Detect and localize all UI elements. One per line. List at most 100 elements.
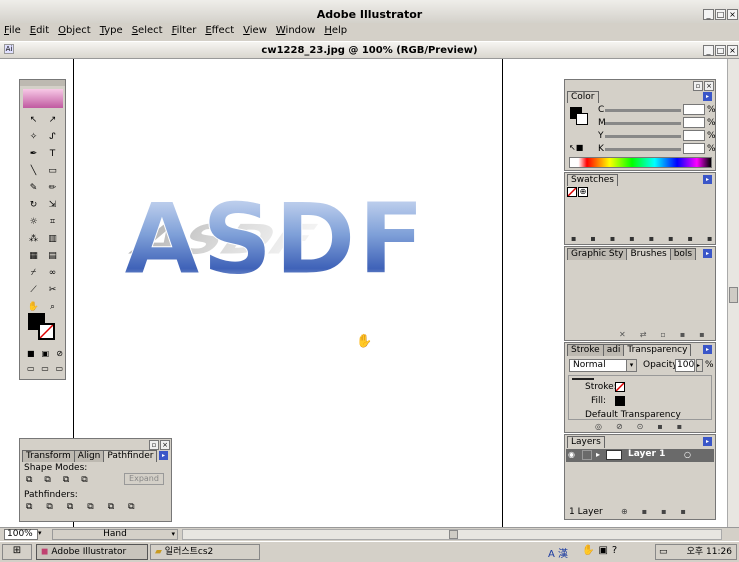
layers-footer-buttons[interactable]: ⊕▪▪▪	[621, 507, 700, 516]
slice-tool-icon[interactable]: ⟋	[24, 282, 43, 298]
zoom-field[interactable]: 100%	[4, 529, 38, 540]
start-button-icon[interactable]: ⊞	[2, 544, 32, 560]
pathfinder-buttons[interactable]: ⧉⧉⧉⧉⧉⧉	[26, 502, 149, 512]
vertical-scrollbar[interactable]	[727, 59, 739, 527]
swatch-registration[interactable]: ⊕	[578, 187, 588, 197]
blend-mode-arrow-icon[interactable]: ▾	[626, 360, 636, 371]
minimize-icon[interactable]: _	[703, 9, 714, 20]
doc-maximize-icon[interactable]: □	[715, 45, 726, 56]
taskbar-item-illustrator[interactable]: ◼ Adobe Illustrator	[36, 544, 148, 560]
color-mode-icon[interactable]: ■	[27, 349, 35, 359]
tab-brushes[interactable]: Brushes	[626, 248, 671, 260]
tray-monitor-icon[interactable]: ▭	[656, 545, 668, 559]
gradient-tool-icon[interactable]: ▤	[43, 248, 62, 264]
stroke-swatch[interactable]	[38, 323, 55, 340]
fill-row-swatch[interactable]	[615, 396, 625, 406]
lock-toggle[interactable]	[582, 450, 592, 460]
eyedropper-tool-icon[interactable]: ⌿	[24, 265, 43, 281]
tab-transparency[interactable]: Transparency	[623, 344, 692, 356]
slider-k[interactable]	[605, 148, 681, 151]
tab-stroke[interactable]: Stroke	[567, 344, 604, 356]
tab-color[interactable]: Color	[567, 91, 599, 103]
ime-tool-icons[interactable]: ✋▣?	[582, 545, 621, 556]
pathfinder-menu-icon[interactable]: ▸	[159, 451, 168, 460]
line-tool-icon[interactable]: ╲	[24, 163, 43, 179]
menu-view[interactable]: View	[239, 23, 272, 36]
close-icon[interactable]: ×	[727, 9, 738, 20]
swatches-footer-buttons[interactable]: ▪▪▪▪▪▪▪▪	[571, 234, 726, 243]
field-m[interactable]	[683, 117, 705, 128]
menu-filter[interactable]: Filter	[168, 23, 202, 36]
menu-file[interactable]: File	[0, 23, 26, 36]
blend-mode-select[interactable]: Normal ▾	[569, 359, 637, 372]
field-c[interactable]	[683, 104, 705, 115]
swatches-menu-icon[interactable]: ▸	[703, 175, 712, 184]
graph-tool-icon[interactable]: ▥	[43, 231, 62, 247]
doc-minimize-icon[interactable]: _	[703, 45, 714, 56]
menu-select[interactable]: Select	[128, 23, 168, 36]
horizontal-scrollbar[interactable]	[182, 529, 722, 540]
status-dropdown-icon[interactable]: ▾	[171, 530, 175, 539]
menu-object[interactable]: Object	[54, 23, 96, 36]
rotate-tool-icon[interactable]: ↻	[24, 197, 43, 213]
maximize-icon[interactable]: □	[715, 9, 726, 20]
color-close-icon[interactable]: ×	[704, 81, 714, 91]
slider-m[interactable]	[605, 122, 681, 125]
field-k[interactable]	[683, 143, 705, 154]
visibility-eye-icon[interactable]: ◉	[568, 450, 575, 459]
screen-mode-full-icon[interactable]: ▭	[55, 364, 63, 374]
stroke-row-swatch[interactable]	[615, 382, 625, 392]
mesh-tool-icon[interactable]: ▦	[24, 248, 43, 264]
last-color-icon[interactable]: ↖■	[569, 143, 583, 153]
color-stroke-swatch[interactable]	[576, 113, 588, 125]
opacity-arrow-icon[interactable]: ▸	[696, 359, 703, 372]
taskbar-item-folder[interactable]: ▰ 일러스트cs2	[150, 544, 260, 560]
rectangle-tool-icon[interactable]: ▭	[43, 163, 62, 179]
expand-button[interactable]: Expand	[124, 473, 164, 485]
lasso-tool-icon[interactable]: ᔑ	[43, 129, 62, 145]
color-collapse-icon[interactable]: ▫	[693, 81, 703, 91]
tab-swatches[interactable]: Swatches	[567, 174, 618, 186]
slider-c[interactable]	[605, 109, 681, 112]
pencil-tool-icon[interactable]: ✏	[43, 180, 62, 196]
swatch-none[interactable]	[567, 187, 577, 197]
color-spectrum-bar[interactable]	[569, 157, 712, 168]
expand-layer-icon[interactable]: ▸	[596, 450, 600, 459]
selection-tool-icon[interactable]: ↖	[24, 112, 43, 128]
menu-type[interactable]: Type	[96, 23, 128, 36]
layer-row[interactable]: ◉ ▸ Layer 1 ○	[566, 449, 714, 462]
vertical-scroll-thumb[interactable]	[729, 287, 738, 303]
layers-menu-icon[interactable]: ▸	[703, 437, 712, 446]
layer-name[interactable]: Layer 1	[628, 449, 665, 459]
slider-y[interactable]	[605, 135, 681, 138]
pen-tool-icon[interactable]: ✒	[24, 146, 43, 162]
horizontal-scroll-thumb[interactable]	[449, 530, 458, 539]
direct-selection-tool-icon[interactable]: ↗	[43, 112, 62, 128]
menu-window[interactable]: Window	[272, 23, 320, 36]
field-y[interactable]	[683, 130, 705, 141]
status-tool[interactable]: Hand ▾	[52, 529, 178, 540]
color-menu-icon[interactable]: ▸	[703, 92, 712, 101]
pathfinder-collapse-icon[interactable]: ▫	[149, 440, 159, 450]
tab-layers[interactable]: Layers	[567, 436, 605, 448]
artwork-text[interactable]: ASDF	[124, 183, 427, 290]
transparency-footer-buttons[interactable]: ◎⊘⊙▪▪	[595, 422, 696, 431]
tab-graphic-styles[interactable]: Graphic Sty	[567, 248, 628, 260]
gradient-mode-icon[interactable]: ▣	[42, 349, 50, 359]
ime-indicator[interactable]: A 漢	[548, 545, 568, 560]
brushes-menu-icon[interactable]: ▸	[703, 249, 712, 258]
paintbrush-tool-icon[interactable]: ✎	[24, 180, 43, 196]
warp-tool-icon[interactable]: ☼	[24, 214, 43, 230]
scissors-tool-icon[interactable]: ✂	[43, 282, 62, 298]
artwork[interactable]: ASDF ASDF	[110, 179, 510, 290]
doc-close-icon[interactable]: ×	[727, 45, 738, 56]
scale-tool-icon[interactable]: ⇲	[43, 197, 62, 213]
free-transform-tool-icon[interactable]: ⌗	[43, 214, 62, 230]
screen-mode-standard-icon[interactable]: ▭	[27, 364, 35, 374]
magic-wand-tool-icon[interactable]: ✧	[24, 129, 43, 145]
type-tool-icon[interactable]: T	[43, 146, 62, 162]
none-mode-icon[interactable]: ⊘	[56, 349, 63, 359]
menu-effect[interactable]: Effect	[201, 23, 239, 36]
tab-align[interactable]: Align	[73, 450, 105, 462]
tab-pathfinder[interactable]: Pathfinder	[103, 450, 158, 462]
